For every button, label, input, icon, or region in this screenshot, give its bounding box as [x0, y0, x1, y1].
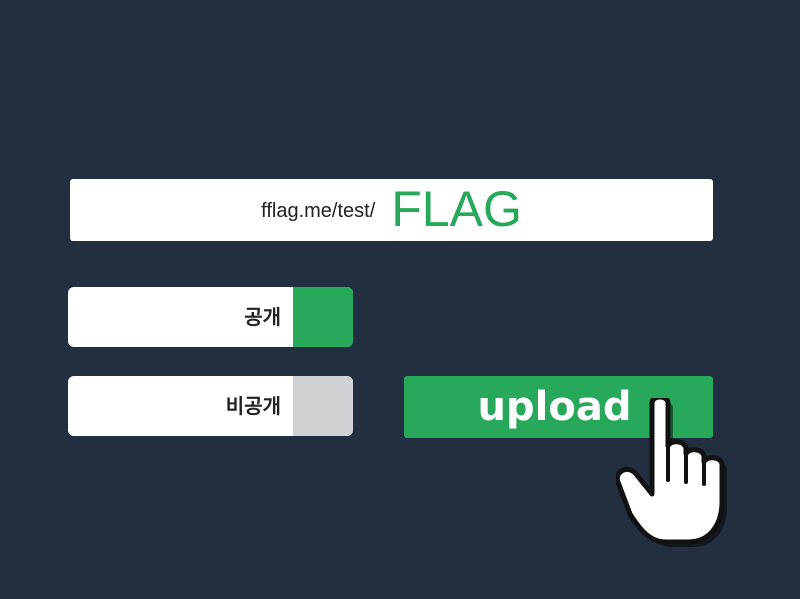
private-toggle[interactable]: 비공개 — [68, 376, 353, 436]
url-prefix: fflag.me/test/ — [261, 199, 376, 222]
hand-pointer-icon — [616, 398, 727, 547]
private-toggle-indicator[interactable] — [293, 376, 353, 436]
public-toggle-label: 공개 — [244, 305, 281, 329]
url-slug: FLAG — [391, 181, 522, 237]
public-toggle[interactable]: 공개 — [68, 287, 353, 347]
url-field[interactable]: fflag.me/test/ FLAG — [70, 179, 713, 241]
public-toggle-indicator[interactable] — [293, 287, 353, 347]
private-toggle-label: 비공개 — [225, 394, 281, 418]
